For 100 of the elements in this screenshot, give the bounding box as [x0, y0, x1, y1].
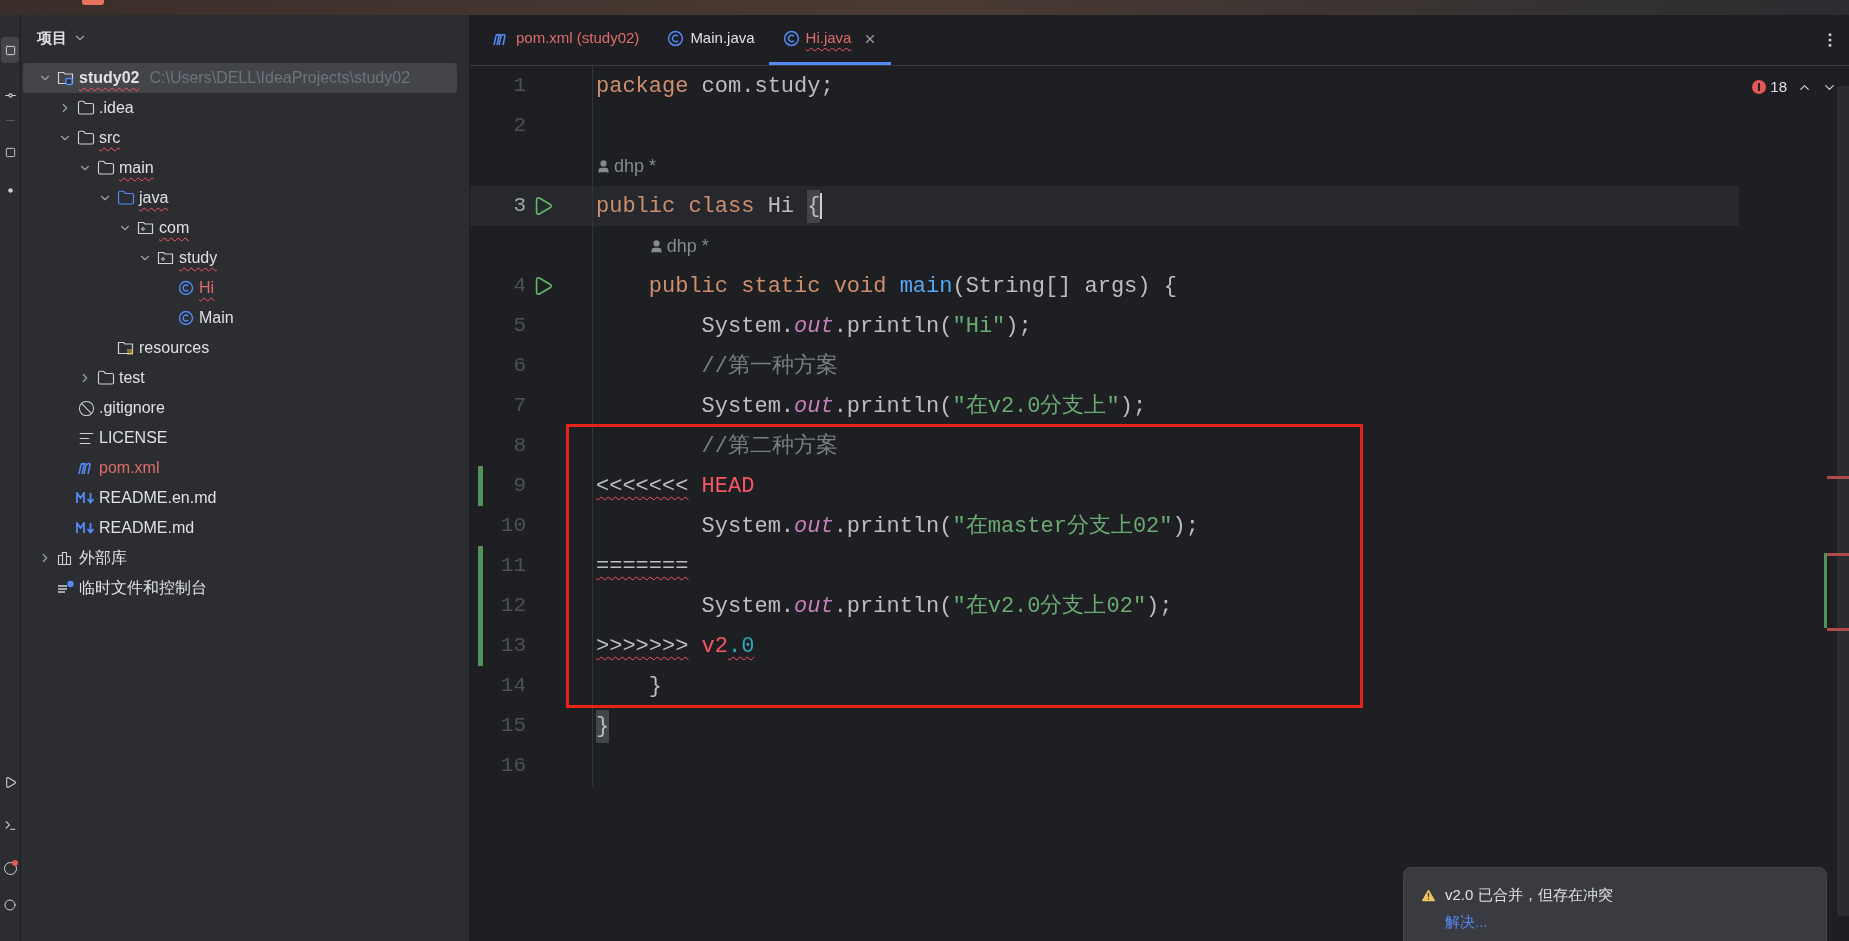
code-token: System. [700, 312, 795, 341]
tree-item-label: main [119, 158, 154, 178]
person-icon [648, 238, 664, 254]
tree-item[interactable]: .idea [23, 93, 457, 123]
tree-item-label: 临时文件和控制台 [79, 578, 207, 598]
code-token: .0 [728, 632, 755, 661]
error-marker [1827, 628, 1849, 631]
tree-item[interactable]: LICENSE [23, 423, 457, 453]
code-token: main [899, 272, 953, 301]
tree-item-label: study [179, 248, 218, 268]
resources-folder-icon [117, 339, 135, 357]
tree-item-label: LICENSE [99, 428, 168, 448]
folder-icon [97, 369, 115, 387]
code-token: "在master分支上02" [952, 512, 1173, 541]
code-token: out [794, 512, 834, 541]
package-folder-icon [137, 219, 155, 237]
code-token: "Hi" [952, 312, 1006, 341]
notification-message: v2.0 已合并，但存在冲突 [1445, 885, 1613, 905]
structure-icon[interactable] [4, 147, 16, 158]
editor-tab[interactable]: pom.xml (study02) [478, 15, 654, 65]
editor-tab[interactable]: Main.java [653, 15, 769, 65]
code-token: System. [700, 592, 795, 621]
module-folder-icon [57, 69, 75, 87]
tool-window-button[interactable] [1, 37, 19, 63]
ignore-file-icon [77, 399, 95, 417]
tab-label: Main.java [690, 28, 755, 49]
code-token: } [596, 709, 610, 743]
tree-item-label: README.en.md [99, 488, 217, 508]
error-icon [1752, 80, 1767, 95]
tree-item[interactable]: resources [23, 333, 457, 363]
tree-item[interactable]: README.en.md [23, 483, 457, 513]
class-icon [178, 310, 194, 326]
code-token: Hi [767, 192, 796, 221]
tree-item-label: java [139, 188, 169, 208]
line-number: 3 [512, 193, 526, 220]
code-token: package [596, 72, 689, 101]
code-token: { [807, 189, 821, 223]
tree-item-label: Hi [199, 278, 215, 298]
code-token: ); [1146, 592, 1173, 621]
code-token: ); [1119, 392, 1147, 421]
panel-title[interactable]: 项目 [37, 26, 67, 50]
tree-item[interactable]: src [23, 123, 457, 153]
code-token: .println( [833, 512, 953, 541]
code-token: "在v2.0分支上02" [952, 592, 1147, 621]
tree-item[interactable]: .gitignore [23, 393, 457, 423]
error-count[interactable]: 18 [1752, 76, 1787, 99]
code-token: ======= [596, 552, 689, 581]
folder-window-icon [4, 44, 16, 56]
app-logo-icon [82, 0, 104, 5]
tree-item[interactable]: Hi [23, 273, 457, 303]
tree-item[interactable]: pom.xml [23, 453, 457, 483]
editor-tab[interactable]: Hi.java [768, 15, 892, 65]
code-token: out [794, 592, 834, 621]
package-folder-icon [157, 249, 175, 267]
scratch-icon [57, 580, 75, 596]
class-icon [667, 30, 685, 47]
code-token: //第二种方案 [700, 432, 839, 461]
text-caret [820, 193, 823, 219]
error-marker [1827, 553, 1849, 556]
code-token: >>>>>>> [596, 632, 689, 661]
tab-label: pom.xml (study02) [516, 28, 640, 49]
tree-item[interactable]: main [23, 153, 457, 183]
tree-item-label: test [119, 368, 145, 388]
author-hint[interactable]: dhp * [648, 232, 709, 260]
folder-icon [77, 129, 95, 147]
tab-label: Hi.java [805, 28, 852, 49]
dot-icon[interactable] [7, 188, 13, 193]
code-token: .println( [833, 312, 953, 341]
tree-item[interactable]: java [23, 183, 457, 213]
tree-item[interactable]: com [23, 213, 457, 243]
tree-item-label: Main [199, 308, 234, 328]
terminal-icon[interactable] [3, 819, 17, 832]
tree-item-label: .idea [99, 98, 134, 118]
run-tool-icon[interactable] [3, 776, 17, 789]
tree-item[interactable]: README.md [23, 513, 457, 543]
git-icon[interactable] [4, 899, 16, 911]
tree-item-label: com [159, 218, 190, 238]
tree-item[interactable]: test [23, 363, 457, 393]
author-hint[interactable]: dhp * [596, 152, 657, 180]
code-token: <<<<<<< [596, 472, 689, 501]
code-token: "在v2.0分支上" [952, 392, 1120, 421]
code-token: System. [700, 392, 795, 421]
code-token: ); [1172, 512, 1199, 541]
tree-item[interactable]: 外部库 [23, 543, 457, 573]
folder-icon [117, 189, 135, 207]
code-token: System. [700, 512, 795, 541]
folder-icon [97, 159, 115, 177]
tree-item-label: README.md [99, 518, 195, 538]
tree-item-label: pom.xml [99, 458, 160, 478]
tree-item[interactable]: study [23, 243, 457, 273]
tree-item-label: src [99, 128, 121, 148]
person-icon [596, 158, 611, 174]
tree-item[interactable]: 临时文件和控制台 [23, 573, 457, 603]
error-marker [1827, 476, 1849, 479]
tree-item[interactable]: Main [23, 303, 457, 333]
tree-item-label: resources [139, 338, 210, 358]
warning-icon [1420, 886, 1437, 904]
class-icon [178, 280, 194, 296]
folder-icon [77, 99, 95, 117]
code-token: com.study; [700, 72, 834, 101]
